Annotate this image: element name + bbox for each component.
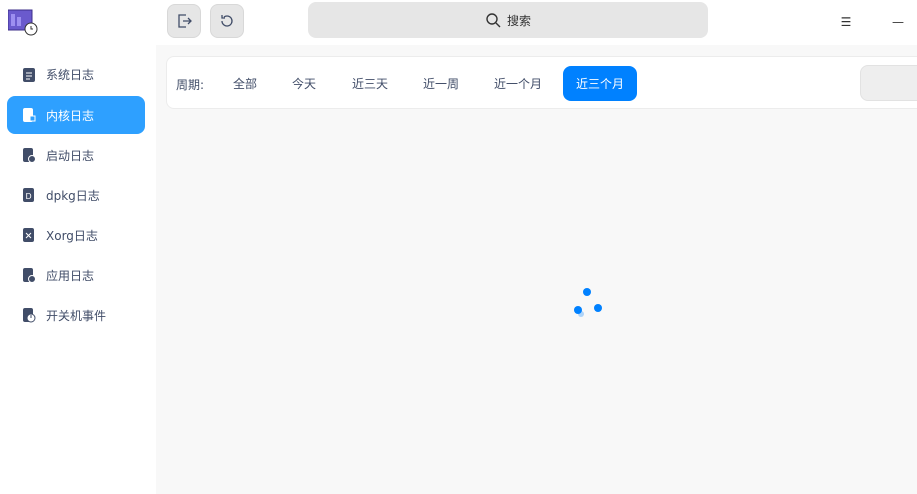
sidebar-item-app-log[interactable]: 应用日志 (7, 256, 145, 294)
minimize-button[interactable]: — (886, 10, 910, 34)
clipboard-icon (22, 66, 36, 82)
sidebar-item-system-log[interactable]: 系统日志 (7, 55, 145, 93)
title-bar: 搜索 ☰ — (0, 0, 917, 45)
menu-button[interactable]: ☰ (834, 10, 858, 34)
sidebar-item-label: 应用日志 (46, 268, 95, 283)
period-filter-bar: 周期: 全部 今天 近三天 近一周 近一个月 近三个月 (166, 56, 917, 109)
sidebar: 系统日志 内核日志 启动日志 Ddpkg日志 Xorg日志 应用日志 开关机事件 (0, 45, 156, 494)
minimize-icon: — (892, 15, 904, 29)
sidebar-item-xorg-log[interactable]: Xorg日志 (7, 216, 145, 254)
dpkg-log-icon: D (22, 187, 36, 203)
period-label: 周期: (176, 78, 205, 92)
loading-spinner (572, 287, 606, 321)
period-3days[interactable]: 近三天 (339, 66, 401, 101)
refresh-icon (221, 15, 233, 27)
sidebar-item-label: 内核日志 (46, 108, 95, 123)
period-week[interactable]: 近一周 (410, 66, 472, 101)
sidebar-item-power-events[interactable]: 开关机事件 (7, 296, 145, 334)
export-button[interactable] (167, 4, 201, 38)
sidebar-item-boot-log[interactable]: 启动日志 (7, 136, 145, 174)
refresh-button[interactable] (210, 4, 244, 38)
sidebar-item-label: 启动日志 (46, 148, 95, 163)
period-today[interactable]: 今天 (279, 66, 329, 101)
app-logo (7, 8, 38, 36)
sidebar-item-label: 开关机事件 (46, 308, 107, 323)
search-placeholder: 搜索 (506, 13, 531, 28)
menu-icon: ☰ (840, 15, 852, 29)
xorg-log-icon (22, 227, 36, 243)
period-month[interactable]: 近一个月 (481, 66, 555, 101)
export-icon (178, 14, 192, 28)
svg-text:D: D (26, 192, 32, 201)
sidebar-item-label: 系统日志 (46, 67, 95, 82)
search-icon (486, 13, 501, 28)
sidebar-item-kernel-log[interactable]: 内核日志 (7, 96, 145, 134)
period-all[interactable]: 全部 (220, 66, 270, 101)
level-dropdown[interactable] (860, 65, 917, 101)
boot-log-icon (22, 147, 36, 163)
sidebar-item-label: dpkg日志 (46, 188, 100, 203)
search-input[interactable]: 搜索 (308, 2, 708, 38)
sidebar-item-dpkg-log[interactable]: Ddpkg日志 (7, 176, 145, 214)
sidebar-item-label: Xorg日志 (46, 228, 98, 243)
power-event-icon (22, 307, 36, 323)
kernel-log-icon (22, 107, 36, 123)
app-log-icon (22, 267, 36, 283)
period-3months[interactable]: 近三个月 (563, 66, 638, 101)
